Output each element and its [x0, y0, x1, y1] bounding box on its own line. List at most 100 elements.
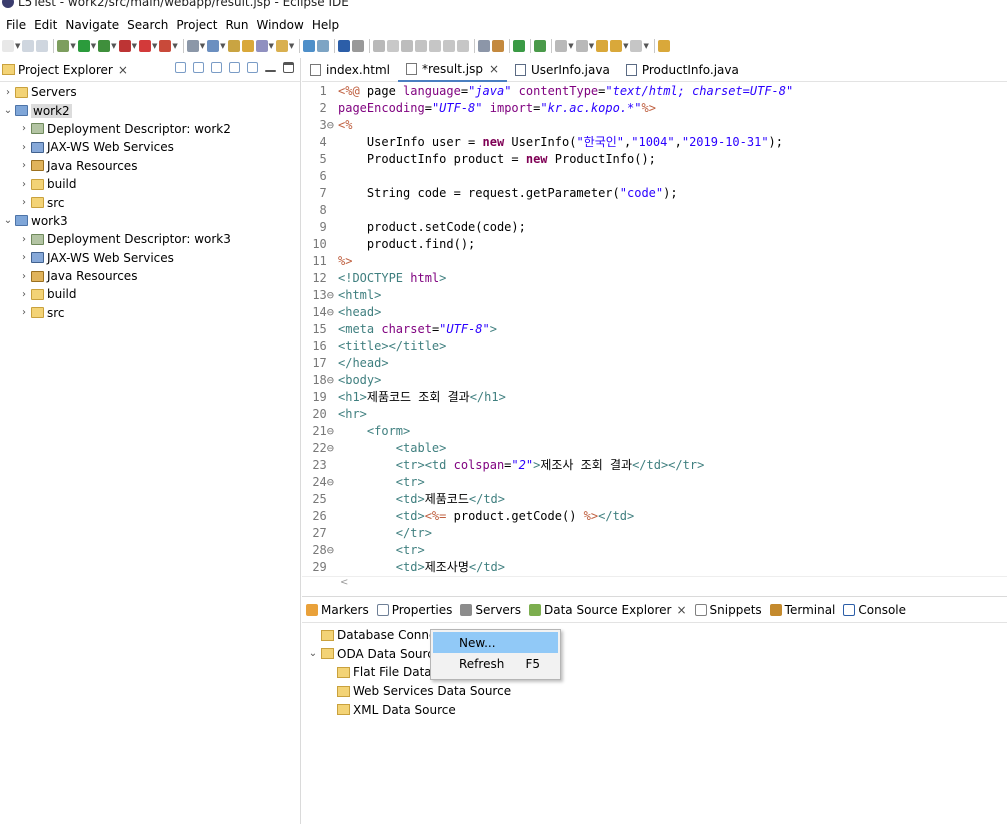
- prev-annotation-button[interactable]: ▼: [575, 37, 594, 55]
- collapsed-arrow-icon[interactable]: ›: [18, 271, 30, 282]
- tree-item-src[interactable]: › src: [0, 193, 300, 211]
- context-menu-refresh[interactable]: Refresh F5: [433, 653, 558, 674]
- bottom-tab-terminal[interactable]: Terminal: [769, 603, 835, 617]
- code-editor[interactable]: 1 <%@ page language="java" contentType="…: [302, 83, 1007, 575]
- editor-tab-result-jsp[interactable]: *result.jsp ×: [397, 57, 508, 82]
- open-type-button[interactable]: [241, 37, 254, 55]
- run-button[interactable]: ▼: [77, 37, 96, 55]
- dropdown-arrow-icon[interactable]: ▼: [289, 42, 294, 50]
- tree-item-build[interactable]: › build: [0, 175, 300, 193]
- menu-search[interactable]: Search: [123, 16, 172, 34]
- dropdown-arrow-icon[interactable]: ▼: [111, 42, 116, 50]
- tree-item-build[interactable]: › build: [0, 285, 300, 303]
- dropdown-arrow-icon[interactable]: ▼: [70, 42, 75, 50]
- console-view-button[interactable]: [338, 37, 351, 55]
- dropdown-arrow-icon[interactable]: ▼: [269, 42, 274, 50]
- data-source-item-flat-file-data-source[interactable]: Flat File Data Source: [302, 663, 1007, 682]
- project-explorer-tab[interactable]: Project Explorer ×: [0, 58, 300, 82]
- step-over-button[interactable]: [443, 37, 456, 55]
- forward-button[interactable]: ▼: [630, 37, 649, 55]
- external-tools-button[interactable]: ▼: [118, 37, 137, 55]
- editor-tab-productinfo-java[interactable]: ProductInfo.java: [618, 58, 747, 82]
- collapsed-arrow-icon[interactable]: ›: [18, 307, 30, 318]
- menu-edit[interactable]: Edit: [30, 16, 61, 34]
- minimize-icon[interactable]: [265, 69, 276, 72]
- dropdown-arrow-icon[interactable]: ▼: [643, 42, 648, 50]
- close-icon[interactable]: ×: [676, 603, 686, 617]
- bottom-tab-properties[interactable]: Properties: [376, 603, 452, 617]
- tree-item-deployment-descriptor-work2[interactable]: › Deployment Descriptor: work2: [0, 120, 300, 138]
- filter-icon[interactable]: [211, 62, 222, 73]
- collapsed-arrow-icon[interactable]: ›: [18, 123, 30, 134]
- breakpoint-button[interactable]: [513, 37, 526, 55]
- data-source-item-web-services-data-source[interactable]: Web Services Data Source: [302, 682, 1007, 701]
- new-java-project-button[interactable]: ▼: [186, 37, 205, 55]
- debug-button[interactable]: ▼: [57, 37, 76, 55]
- editor-tab-index-html[interactable]: index.html: [302, 58, 398, 82]
- toggle-mark-button[interactable]: [478, 37, 491, 55]
- dropdown-arrow-icon[interactable]: ▼: [172, 42, 177, 50]
- suspend-button[interactable]: [387, 37, 400, 55]
- collapsed-arrow-icon[interactable]: ›: [18, 142, 30, 153]
- bottom-tab-console[interactable]: Console: [843, 603, 906, 617]
- search-button[interactable]: ▼: [255, 37, 274, 55]
- dropdown-arrow-icon[interactable]: ▼: [15, 42, 20, 50]
- menu-project[interactable]: Project: [172, 16, 221, 34]
- maximize-icon[interactable]: [283, 62, 294, 73]
- new-button[interactable]: ▼: [2, 37, 20, 55]
- expanded-arrow-icon[interactable]: ⌄: [306, 648, 320, 659]
- stop-server-button[interactable]: ▼: [138, 37, 157, 55]
- dropdown-arrow-icon[interactable]: ▼: [568, 42, 573, 50]
- data-source-item-xml-data-source[interactable]: XML Data Source: [302, 700, 1007, 719]
- globe-button[interactable]: [303, 37, 316, 55]
- link-with-editor-icon[interactable]: [193, 62, 204, 73]
- data-source-item-database-connections[interactable]: Database Connections: [302, 626, 1007, 645]
- new-class-button[interactable]: [227, 37, 240, 55]
- disconnect-button[interactable]: [415, 37, 428, 55]
- menu-window[interactable]: Window: [252, 16, 307, 34]
- menu-run[interactable]: Run: [221, 16, 252, 34]
- new-package-button[interactable]: ▼: [207, 37, 226, 55]
- dropdown-arrow-icon[interactable]: ▼: [152, 42, 157, 50]
- expanded-arrow-icon[interactable]: ⌄: [2, 105, 14, 116]
- save-button[interactable]: [22, 37, 35, 55]
- resume-button[interactable]: [373, 37, 386, 55]
- tree-item-work2[interactable]: ⌄ work2: [0, 101, 300, 119]
- back-button[interactable]: ▼: [610, 37, 628, 55]
- bottom-tab-markers[interactable]: Markers: [306, 603, 369, 617]
- tree-item-servers[interactable]: › Servers: [0, 83, 300, 101]
- dropdown-arrow-icon[interactable]: ▼: [220, 42, 225, 50]
- terminate-button[interactable]: [401, 37, 414, 55]
- save-all-button[interactable]: [36, 37, 49, 55]
- pin-button[interactable]: [352, 37, 365, 55]
- bottom-tab-data-source-explorer[interactable]: Data Source Explorer ×: [529, 603, 687, 617]
- open-folder-button[interactable]: ▼: [275, 37, 294, 55]
- scroll-left-icon[interactable]: <: [340, 577, 348, 588]
- collapse-all-icon[interactable]: [175, 62, 186, 73]
- last-edit-button[interactable]: [596, 37, 609, 55]
- editor-tab-userinfo-java[interactable]: UserInfo.java: [507, 58, 618, 82]
- coverage-button[interactable]: ▼: [98, 37, 117, 55]
- bottom-tab-servers[interactable]: Servers: [460, 603, 521, 617]
- tree-item-jax-ws-web-services[interactable]: › JAX-WS Web Services: [0, 138, 300, 156]
- menu-navigate[interactable]: Navigate: [61, 16, 123, 34]
- dropdown-arrow-icon[interactable]: ▼: [132, 42, 137, 50]
- close-icon[interactable]: ×: [118, 63, 128, 77]
- dropdown-arrow-icon[interactable]: ▼: [589, 42, 594, 50]
- collapsed-arrow-icon[interactable]: ›: [2, 87, 14, 98]
- team-button[interactable]: [317, 37, 330, 55]
- publish-button[interactable]: ▼: [159, 37, 178, 55]
- tree-item-java-resources[interactable]: › Java Resources: [0, 267, 300, 285]
- view-menu-icon[interactable]: [247, 62, 258, 73]
- collapsed-arrow-icon[interactable]: ›: [18, 252, 30, 263]
- step-into-button[interactable]: [429, 37, 442, 55]
- open-perspective-button[interactable]: [657, 37, 670, 55]
- tree-item-java-resources[interactable]: › Java Resources: [0, 157, 300, 175]
- next-annotation-button[interactable]: ▼: [555, 37, 574, 55]
- collapsed-arrow-icon[interactable]: ›: [18, 197, 30, 208]
- data-source-item-oda-data-sources[interactable]: ⌄ ODA Data Sources: [302, 645, 1007, 664]
- context-menu-new[interactable]: New...: [433, 632, 558, 653]
- tree-item-deployment-descriptor-work3[interactable]: › Deployment Descriptor: work3: [0, 230, 300, 248]
- tree-item-jax-ws-web-services[interactable]: › JAX-WS Web Services: [0, 249, 300, 267]
- dropdown-arrow-icon[interactable]: ▼: [91, 42, 96, 50]
